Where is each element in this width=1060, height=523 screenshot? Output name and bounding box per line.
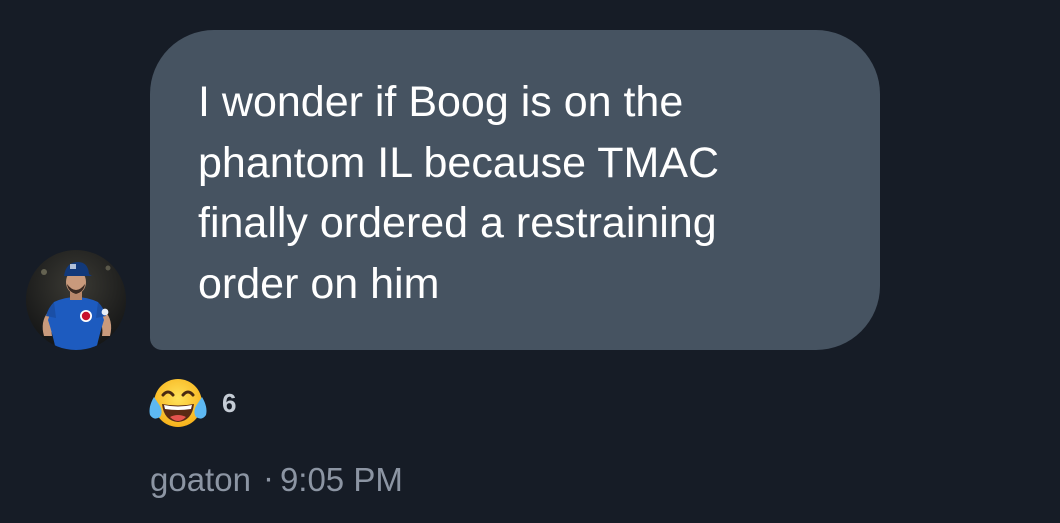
sender-avatar[interactable] — [26, 250, 126, 350]
reaction-count: 6 — [222, 388, 237, 418]
reaction-badge[interactable]: 6 — [148, 375, 236, 431]
sender-name[interactable]: goaton — [150, 461, 251, 498]
meta-separator: · — [262, 459, 274, 496]
message-meta: goaton · 9:05 PM — [150, 458, 403, 502]
dm-conversation-view: I wonder if Boog is on the phantom IL be… — [0, 0, 1060, 523]
baseball-player-avatar-icon — [26, 250, 126, 350]
message-bubble[interactable]: I wonder if Boog is on the phantom IL be… — [150, 30, 880, 350]
message-timestamp: 9:05 PM — [279, 461, 403, 498]
face-with-tears-of-joy-icon — [149, 379, 207, 427]
message-text: I wonder if Boog is on the phantom IL be… — [198, 78, 720, 308]
